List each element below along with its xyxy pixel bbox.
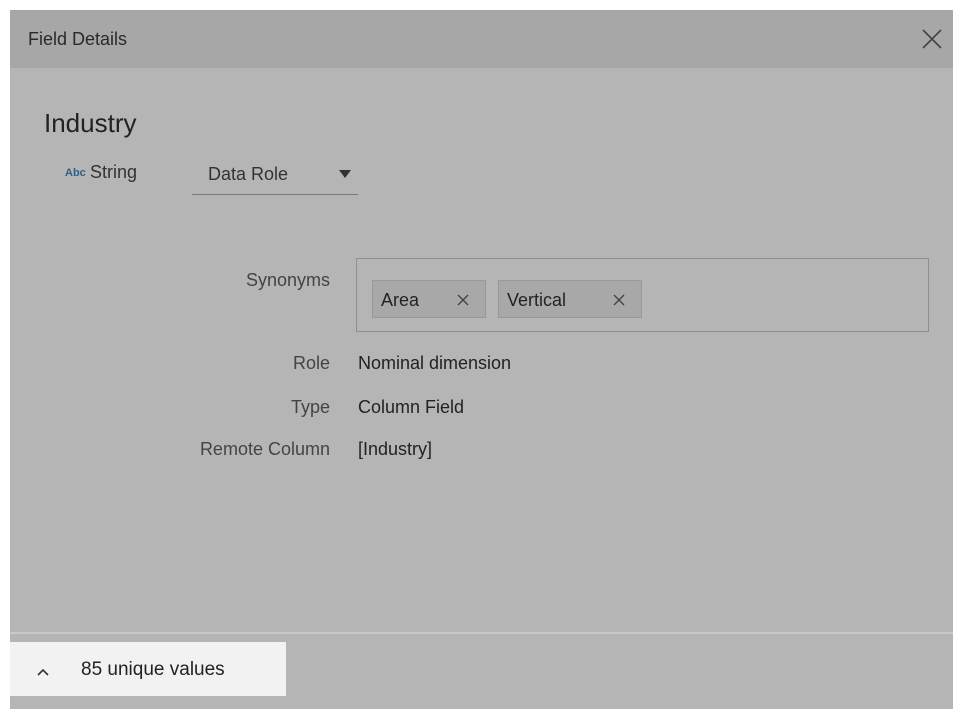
chevron-up-icon [37,668,49,676]
footer-divider [10,632,953,634]
string-type-icon: Abc [65,167,86,179]
data-role-label: Data Role [208,164,289,184]
caret-down-icon [339,170,351,178]
unique-values-label: 85 unique values [81,659,225,680]
remove-synonym-button[interactable] [456,293,470,307]
type-value: Column Field [358,397,465,417]
remote-column-label: Remote Column [199,439,330,459]
title-bar: Field Details [10,10,953,68]
synonym-chip: Vertical [498,280,642,318]
unique-values-toggle[interactable]: 85 unique values [10,642,286,696]
type-label: Type [290,397,330,417]
field-name: Industry [44,108,137,138]
close-icon [457,294,469,306]
field-details-dialog: Field Details Industry Abc String Data R… [10,10,953,709]
remove-synonym-button[interactable] [612,293,626,307]
data-role-dropdown[interactable]: Data Role [192,156,358,195]
synonym-chip-label: Vertical [507,290,567,310]
synonym-chip-label: Area [381,290,420,310]
close-icon [613,294,625,306]
field-type-label: String [90,162,138,182]
synonym-chip: Area [372,280,486,318]
dialog-title: Field Details [28,29,128,49]
remote-column-value: [Industry] [358,439,433,459]
synonyms-input[interactable]: Area Vertical [356,258,929,332]
close-button[interactable] [921,28,943,50]
role-label: Role [292,353,330,373]
role-value: Nominal dimension [358,353,512,373]
synonyms-label: Synonyms [245,270,330,290]
close-icon [922,29,942,49]
